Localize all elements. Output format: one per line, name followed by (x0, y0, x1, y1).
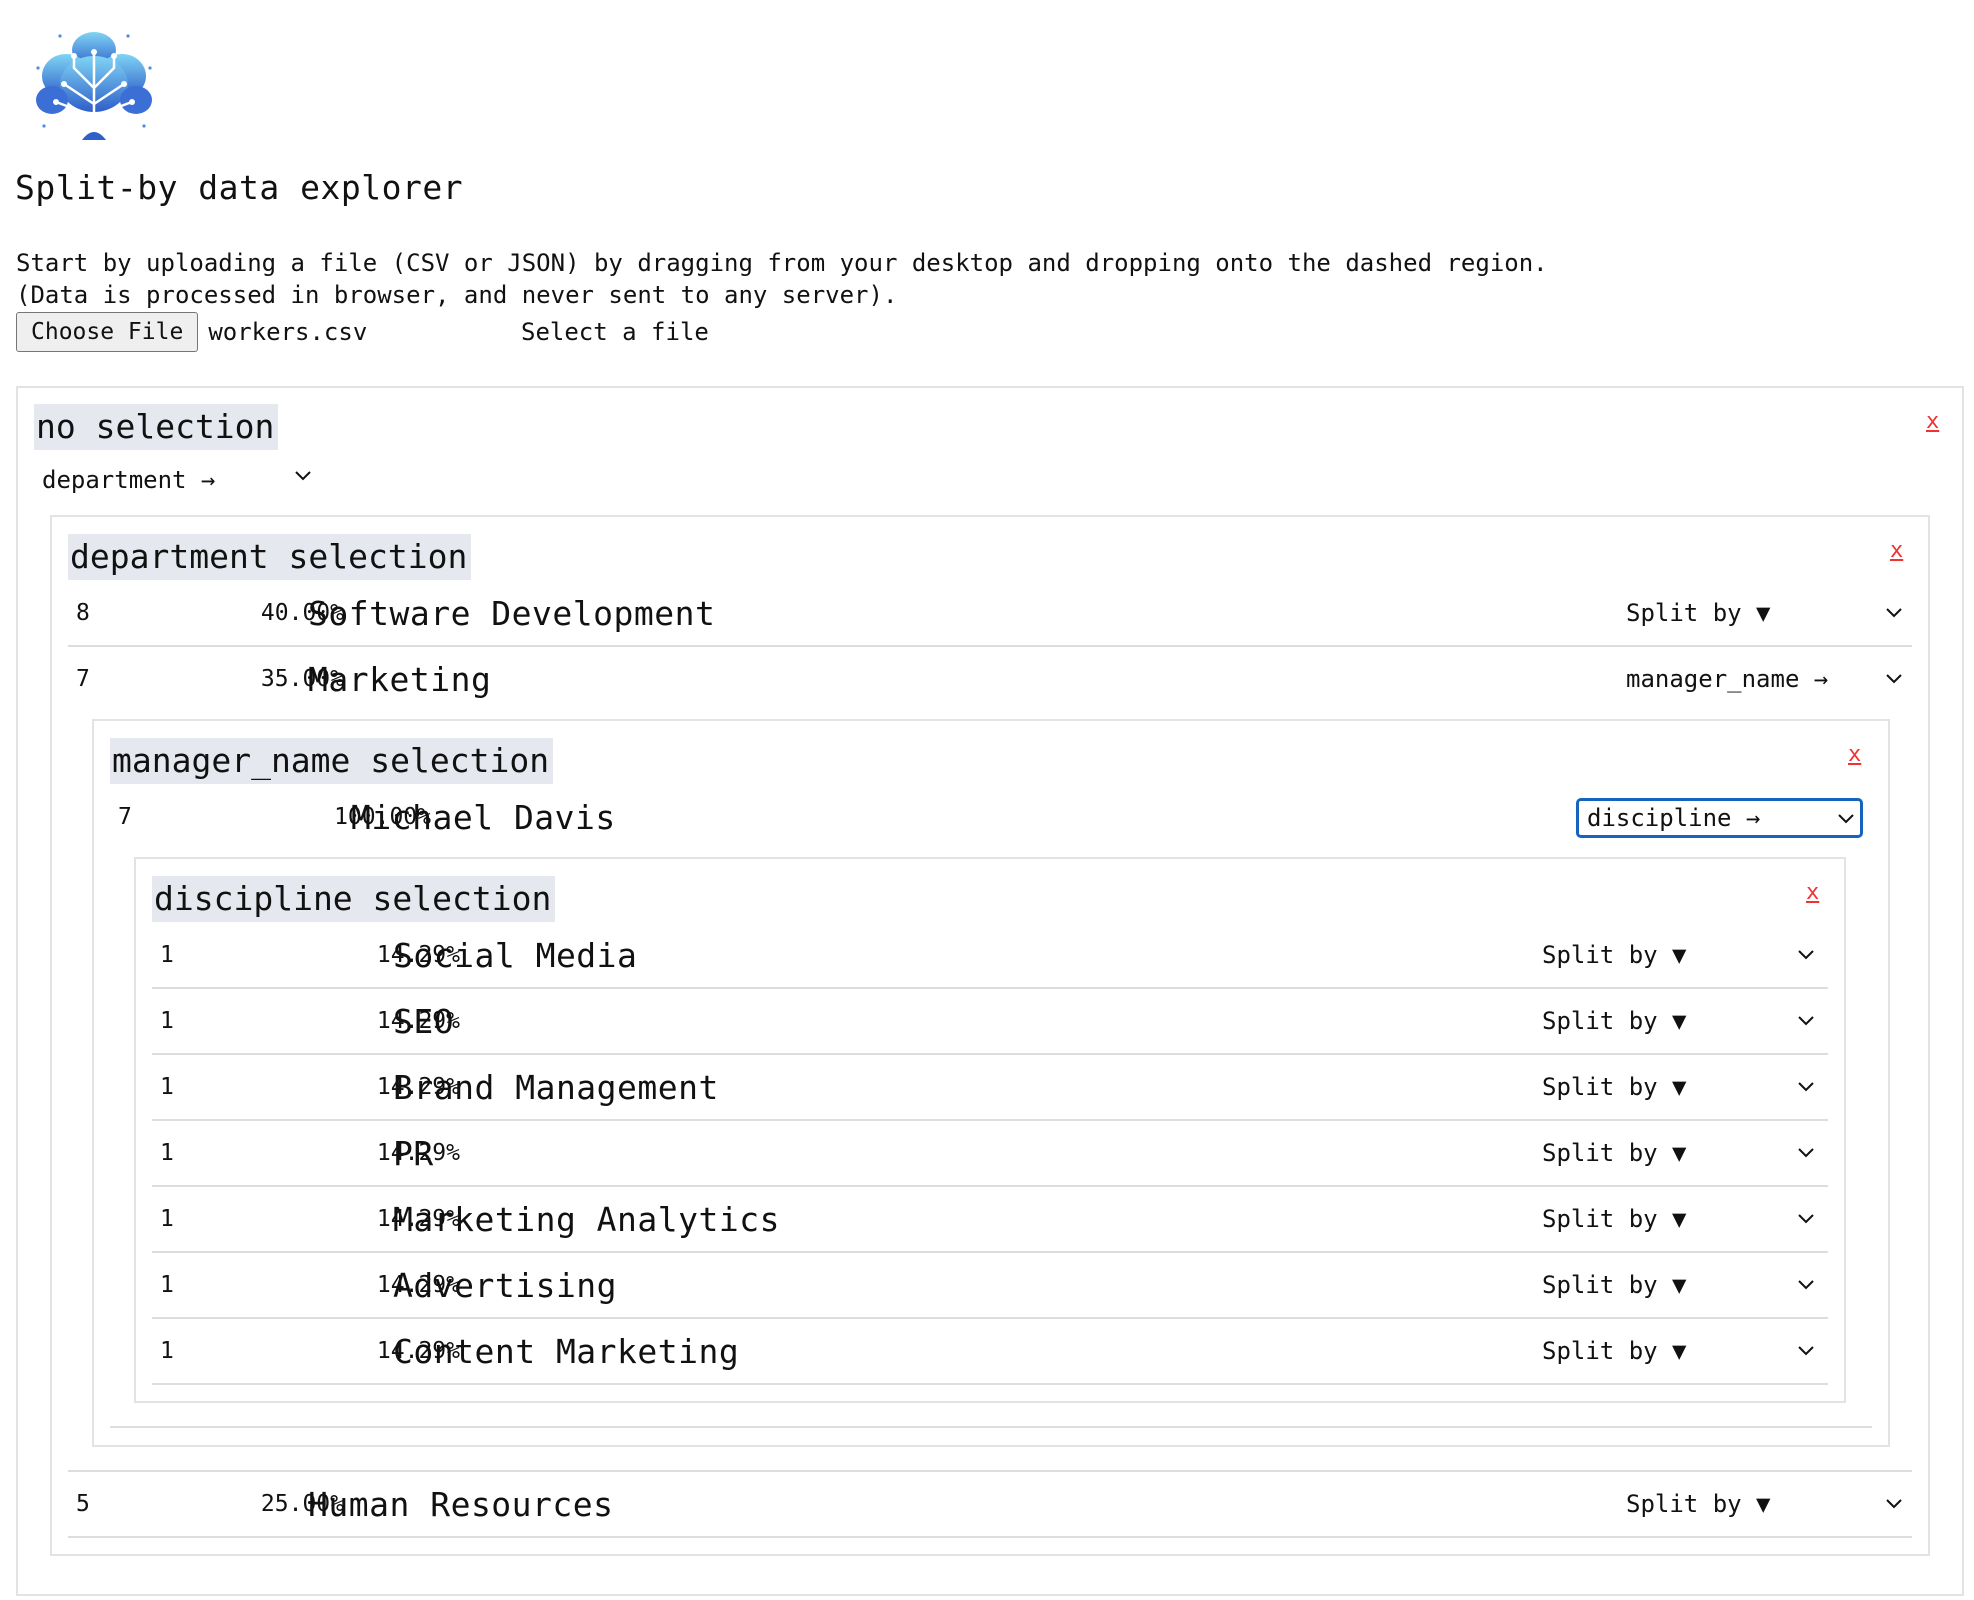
split-by-select[interactable]: manager_name → (1626, 665, 1828, 693)
discipline-split-select[interactable]: discipline → (1576, 798, 1863, 838)
chevron-down-icon[interactable] (1797, 1015, 1815, 1027)
chevron-down-icon[interactable] (1885, 673, 1903, 685)
department-row-marketing: 7 35.00% Marketing manager_name → (68, 647, 1912, 711)
discipline-row: 1 14.29% Content Marketing Split by ▼ (152, 1319, 1828, 1385)
manager-name-selection-title: manager_name selection (110, 738, 554, 784)
discipline-split-select-value: discipline → (1587, 804, 1761, 832)
chevron-down-icon (294, 470, 312, 482)
chevron-down-icon[interactable] (1797, 949, 1815, 961)
chevron-down-icon[interactable] (1885, 1498, 1903, 1510)
split-by-select[interactable]: Split by ▼ (1626, 599, 1771, 627)
row-count: 5 (76, 1491, 90, 1517)
department-selection-close[interactable]: x (1890, 538, 1903, 563)
selected-file-name: workers.csv (208, 318, 368, 346)
row-label: Software Development (308, 593, 716, 633)
row-count: 1 (160, 1272, 174, 1298)
chevron-down-icon[interactable] (1797, 1081, 1815, 1093)
row-count: 8 (76, 600, 90, 626)
row-count: 1 (160, 1206, 174, 1232)
row-label: Human Resources (308, 1484, 614, 1524)
row-label: Content Marketing (393, 1331, 740, 1371)
discipline-selection-close[interactable]: x (1806, 880, 1819, 905)
row-label: Social Media (393, 935, 638, 975)
discipline-row: 1 14.29% Advertising Split by ▼ (152, 1253, 1828, 1319)
tree-logo (30, 28, 158, 142)
chevron-down-icon[interactable] (1797, 1279, 1815, 1291)
discipline-row: 1 14.29% Marketing Analytics Split by ▼ (152, 1187, 1828, 1253)
row-label: Advertising (393, 1265, 618, 1305)
row-label: Marketing Analytics (393, 1199, 780, 1239)
split-by-select[interactable]: Split by ▼ (1542, 1007, 1687, 1035)
row-count: 7 (118, 804, 132, 830)
discipline-row: 1 14.29% Social Media Split by ▼ (152, 923, 1828, 989)
row-label: Michael Davis (351, 797, 616, 837)
row-count: 7 (76, 666, 90, 692)
root-split-select-value: department → (42, 466, 216, 494)
split-by-select[interactable]: Split by ▼ (1542, 1271, 1687, 1299)
manager-name-selection-close[interactable]: x (1848, 742, 1861, 767)
split-by-select[interactable]: Split by ▼ (1542, 1337, 1687, 1365)
chevron-down-icon[interactable] (1797, 1213, 1815, 1225)
manager-panel-divider (110, 1426, 1872, 1428)
row-count: 1 (160, 1008, 174, 1034)
discipline-row: 1 14.29% PR Split by ▼ (152, 1121, 1828, 1187)
intro-line-2: (Data is processed in browser, and never… (16, 281, 898, 309)
split-by-select[interactable]: Split by ▼ (1542, 1139, 1687, 1167)
discipline-selection-title: discipline selection (152, 876, 556, 922)
chevron-down-icon[interactable] (1797, 1147, 1815, 1159)
page-title: Split-by data explorer (15, 168, 464, 207)
chevron-down-icon[interactable] (1797, 1345, 1815, 1357)
split-by-select[interactable]: Split by ▼ (1626, 1490, 1771, 1518)
discipline-row: 1 14.29% SEO Split by ▼ (152, 989, 1828, 1055)
root-split-select[interactable]: department → (42, 462, 322, 498)
no-selection-close[interactable]: x (1926, 409, 1939, 434)
chevron-down-icon (1837, 813, 1855, 825)
department-selection-title: department selection (68, 534, 472, 580)
intro-line-1: Start by uploading a file (CSV or JSON) … (16, 249, 1548, 277)
intro-text: Start by uploading a file (CSV or JSON) … (16, 247, 1548, 311)
row-count: 1 (160, 1074, 174, 1100)
choose-file-button[interactable]: Choose File (16, 312, 199, 352)
no-selection-title: no selection (34, 404, 279, 450)
split-by-select[interactable]: Split by ▼ (1542, 1073, 1687, 1101)
department-row-software-development: 8 40.00% Software Development Split by ▼ (68, 581, 1912, 647)
row-label: SEO (393, 1001, 455, 1041)
row-label: Marketing (308, 659, 492, 699)
split-by-select[interactable]: Split by ▼ (1542, 941, 1687, 969)
row-label: PR (393, 1133, 434, 1173)
chevron-down-icon[interactable] (1885, 607, 1903, 619)
split-by-select[interactable]: Split by ▼ (1542, 1205, 1687, 1233)
row-label: Brand Management (393, 1067, 719, 1107)
department-row-human-resources: 5 25.00% Human Resources Split by ▼ (68, 1472, 1912, 1538)
row-count: 1 (160, 1338, 174, 1364)
discipline-row: 1 14.29% Brand Management Split by ▼ (152, 1055, 1828, 1121)
row-count: 1 (160, 1140, 174, 1166)
row-count: 1 (160, 942, 174, 968)
select-file-hint: Select a file (521, 318, 709, 346)
file-upload: Choose File workers.csv (16, 311, 367, 353)
